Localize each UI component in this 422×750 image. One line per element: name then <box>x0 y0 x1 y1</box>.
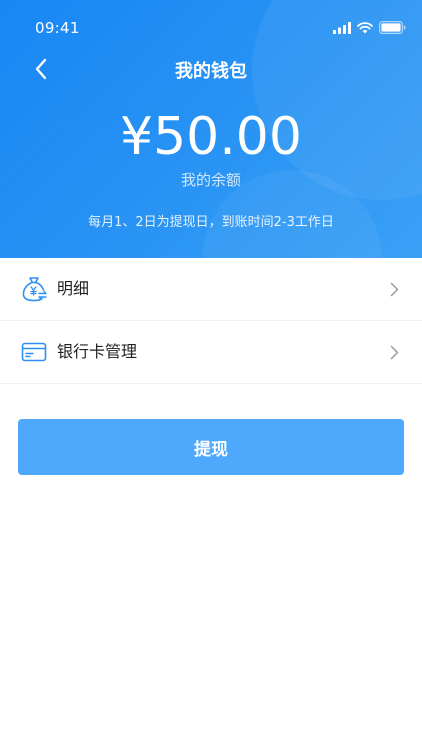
menu-item-label: 明细 <box>57 279 90 298</box>
bank-card-icon <box>20 338 48 366</box>
menu-item-details[interactable]: 明细 <box>0 258 422 321</box>
menu-item-label: 银行卡管理 <box>57 342 138 361</box>
chevron-right-icon <box>388 343 400 361</box>
status-time: 09:41 <box>35 19 80 37</box>
withdraw-notice: 每月1、2日为提现日，到账时间2-3工作日 <box>88 215 334 230</box>
money-bag-icon <box>20 275 48 303</box>
signal-icon <box>333 19 351 38</box>
wifi-icon <box>357 19 373 38</box>
page-title: 我的钱包 <box>175 61 247 82</box>
wallet-menu: 明细 银行卡管理 <box>0 258 422 384</box>
withdraw-button[interactable]: 提现 <box>18 419 404 475</box>
battery-icon <box>379 19 406 38</box>
status-icons <box>333 19 406 38</box>
balance-label: 我的余额 <box>180 171 241 189</box>
balance-amount: ¥50.00 <box>120 107 302 167</box>
chevron-right-icon <box>388 280 400 298</box>
wallet-header: 09:41 我的钱包 ¥50.00 我的余额 每月1、2日为提现日，到账时间2-… <box>0 0 422 258</box>
menu-item-bank-cards[interactable]: 银行卡管理 <box>0 321 422 384</box>
